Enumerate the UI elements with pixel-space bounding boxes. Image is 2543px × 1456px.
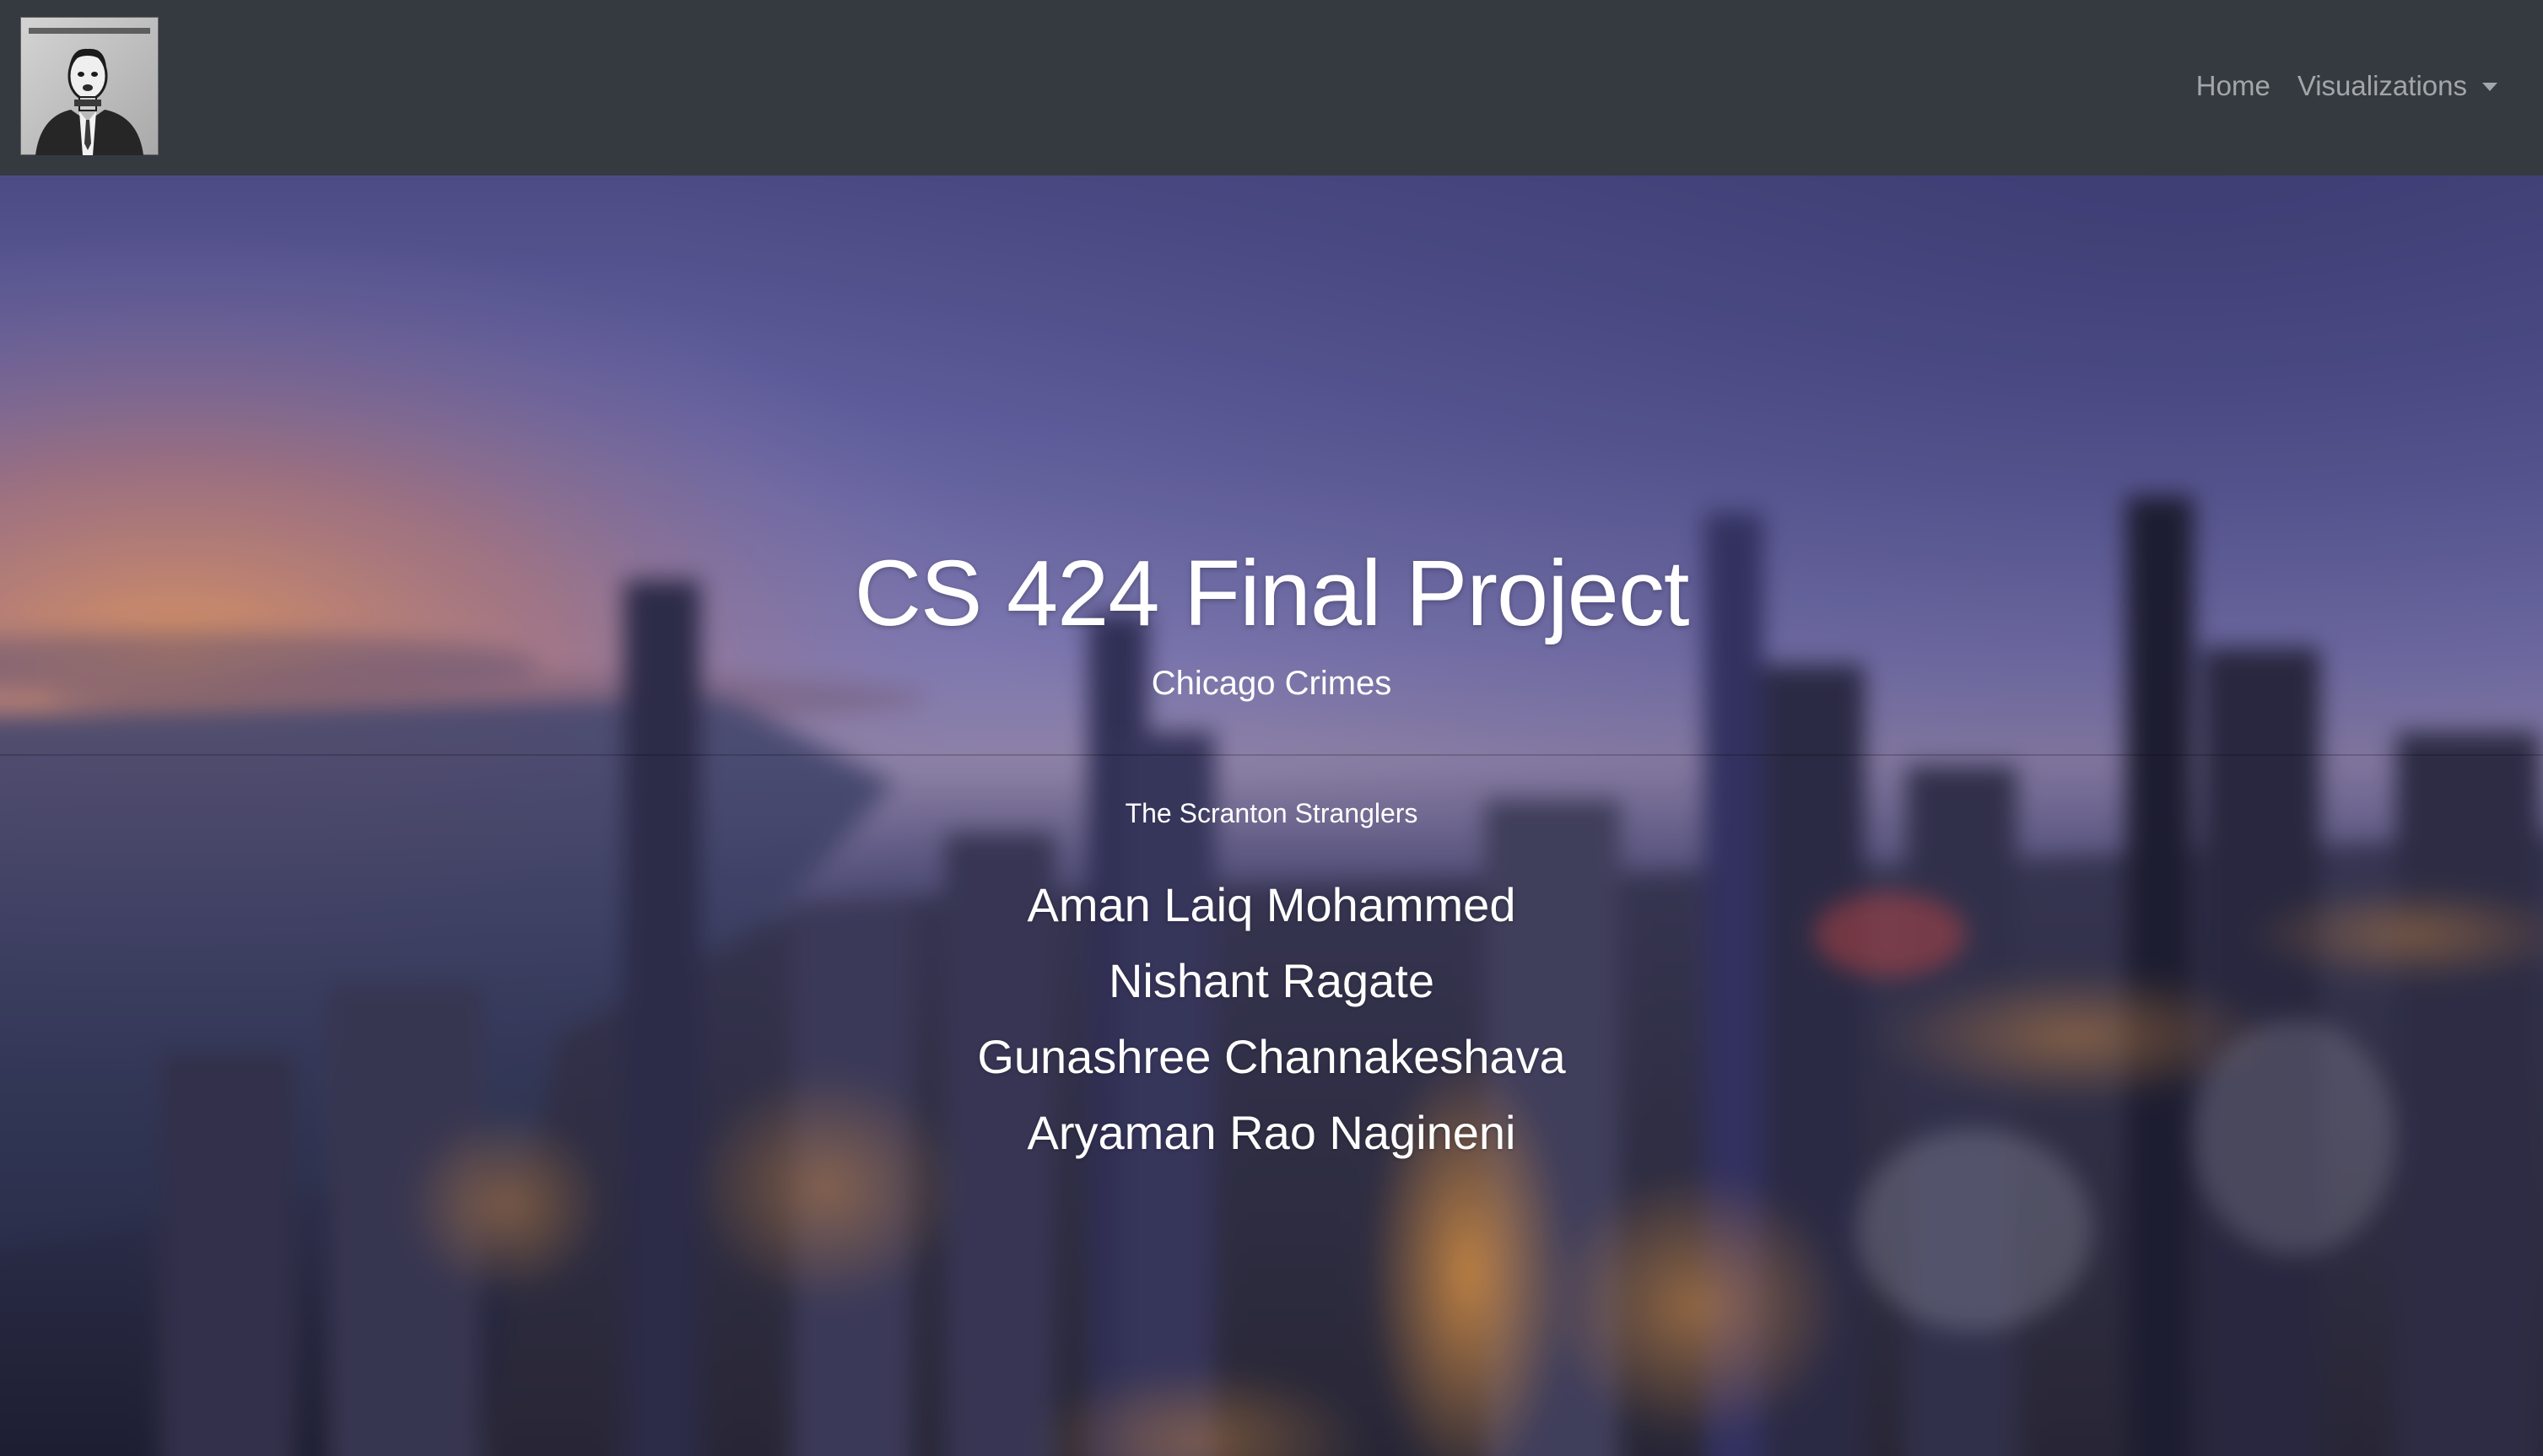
team-member: Gunashree Channakeshava (977, 1030, 1566, 1083)
scranton-strangler-logo (20, 17, 159, 155)
team-member: Aryaman Rao Nagineni (1027, 1106, 1516, 1159)
page-title: CS 424 Final Project (854, 542, 1690, 645)
hero-section: CS 424 Final Project Chicago Crimes The … (0, 175, 2543, 1456)
team-name: The Scranton Stranglers (1125, 798, 1418, 828)
hero-divider (0, 754, 2543, 756)
nav-link-home-label: Home (2195, 70, 2270, 101)
nav-link-home[interactable]: Home (2183, 70, 2284, 102)
team-member: Aman Laiq Mohammed (1027, 878, 1516, 931)
nav-links: Home Visualizations (2183, 59, 2511, 113)
team-members-list: Aman Laiq Mohammed Nishant Ragate Gunash… (0, 867, 2543, 1171)
nav-dropdown-visualizations-label: Visualizations (2297, 70, 2467, 101)
nav-dropdown-visualizations[interactable]: Visualizations (2284, 70, 2511, 102)
navbar: Home Visualizations (0, 0, 2543, 175)
caret-down-icon (2482, 83, 2497, 91)
page: Home Visualizations CS 424 Final Project… (0, 0, 2543, 1456)
brand-logo-link[interactable] (20, 17, 159, 155)
page-subtitle: Chicago Crimes (1151, 665, 1392, 702)
team-member: Nishant Ragate (1108, 954, 1434, 1007)
